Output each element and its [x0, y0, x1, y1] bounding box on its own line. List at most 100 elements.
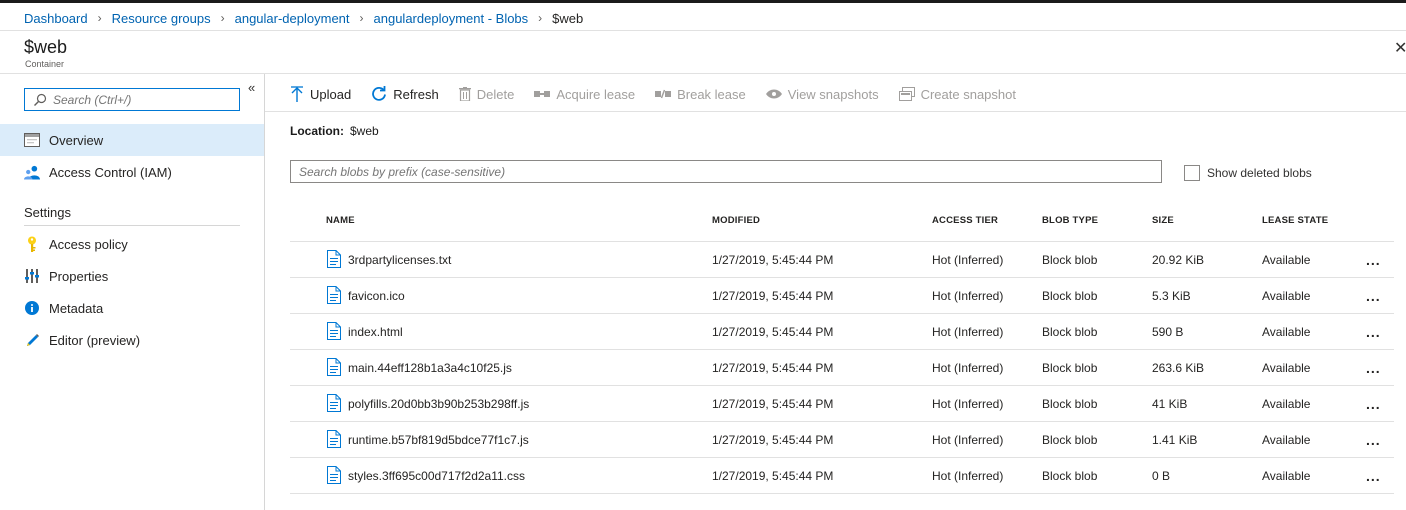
nav-item-editor[interactable]: Editor (preview) [0, 324, 264, 356]
blob-name[interactable]: 3rdpartylicenses.txt [348, 253, 451, 267]
nav-search-box[interactable] [24, 88, 240, 111]
column-header-name[interactable]: NAME [326, 215, 355, 226]
overview-icon [24, 132, 40, 148]
show-deleted-checkbox[interactable] [1184, 165, 1200, 181]
blob-modified: 1/27/2019, 5:45:44 PM [712, 325, 834, 339]
break-lease-icon [655, 89, 672, 99]
blob-name[interactable]: styles.3ff695c00d717f2d2a11.css [348, 469, 525, 483]
table-row[interactable]: main.44eff128b1a3a4c10f25.js 1/27/2019, … [290, 349, 1394, 385]
blob-lease-state: Available [1262, 325, 1311, 339]
blob-access-tier: Hot (Inferred) [932, 325, 1004, 339]
break-lease-button[interactable]: Break lease [655, 87, 746, 102]
column-header-modified[interactable]: MODIFIED [712, 215, 760, 226]
upload-button[interactable]: Upload [290, 85, 351, 103]
blob-name[interactable]: main.44eff128b1a3a4c10f25.js [348, 361, 512, 375]
blob-size: 41 KiB [1152, 397, 1188, 411]
blob-type: Block blob [1042, 289, 1098, 303]
blob-lease-state: Available [1262, 397, 1311, 411]
blob-lease-state: Available [1262, 253, 1311, 267]
more-options-icon[interactable]: ... [1366, 289, 1381, 303]
breadcrumb-angular-deployment[interactable]: angular-deployment [235, 11, 350, 26]
blob-lease-state: Available [1262, 433, 1311, 447]
nav-search-input[interactable] [53, 92, 233, 107]
nav-item-metadata[interactable]: Metadata [0, 292, 264, 324]
nav-item-properties[interactable]: Properties [0, 260, 264, 292]
breadcrumb-separator-icon: › [538, 11, 543, 25]
acquire-lease-icon [534, 89, 551, 99]
blob-search-input[interactable] [290, 160, 1162, 183]
table-row[interactable]: 3rdpartylicenses.txt 1/27/2019, 5:45:44 … [290, 241, 1394, 277]
table-row[interactable]: favicon.ico 1/27/2019, 5:45:44 PM Hot (I… [290, 277, 1394, 313]
header-divider [0, 30, 1406, 31]
page-title: $web [24, 37, 68, 57]
show-deleted-blobs-toggle[interactable]: Show deleted blobs [1184, 165, 1312, 181]
file-icon [327, 466, 341, 487]
create-snapshot-label: Create snapshot [920, 86, 1016, 102]
blob-type: Block blob [1042, 325, 1098, 339]
top-strip [0, 0, 1406, 3]
delete-button[interactable]: Delete [458, 87, 514, 102]
breadcrumb-blobs[interactable]: angulardeployment - Blobs [374, 11, 529, 26]
refresh-icon [371, 86, 387, 102]
show-deleted-label: Show deleted blobs [1207, 166, 1312, 180]
create-snapshot-button[interactable]: Create snapshot [898, 86, 1016, 102]
breadcrumb-dashboard[interactable]: Dashboard [24, 11, 88, 26]
blob-lease-state: Available [1262, 289, 1311, 303]
view-snapshots-button[interactable]: View snapshots [765, 87, 879, 102]
blob-access-tier: Hot (Inferred) [932, 433, 1004, 447]
more-options-icon[interactable]: ... [1366, 433, 1381, 447]
blob-name[interactable]: favicon.ico [348, 289, 405, 303]
trash-icon [458, 87, 471, 101]
column-header-access-tier[interactable]: ACCESS TIER [932, 215, 998, 226]
file-icon [327, 250, 341, 271]
column-header-blob-type[interactable]: BLOB TYPE [1042, 215, 1098, 226]
table-row[interactable]: runtime.b57bf819d5bdce77f1c7.js 1/27/201… [290, 421, 1394, 457]
blob-size: 590 B [1152, 325, 1184, 339]
properties-icon [24, 268, 40, 284]
blob-name[interactable]: runtime.b57bf819d5bdce77f1c7.js [348, 433, 529, 447]
nav-item-label: Metadata [49, 300, 104, 316]
blob-name[interactable]: polyfills.20d0bb3b90b253b298ff.js [348, 397, 529, 411]
blob-type: Block blob [1042, 253, 1098, 267]
column-header-size[interactable]: SIZE [1152, 215, 1174, 226]
breadcrumb-current: $web [552, 10, 584, 26]
blob-modified: 1/27/2019, 5:45:44 PM [712, 397, 834, 411]
nav-item-access-policy[interactable]: Access policy [0, 228, 264, 260]
location-info: Location: $web [290, 124, 379, 138]
blob-access-tier: Hot (Inferred) [932, 397, 1004, 411]
more-options-icon[interactable]: ... [1366, 253, 1381, 267]
nav-section-settings: Settings [24, 205, 71, 220]
break-lease-label: Break lease [677, 86, 746, 102]
blob-size: 5.3 KiB [1152, 289, 1191, 303]
refresh-label: Refresh [393, 86, 439, 102]
table-row[interactable]: styles.3ff695c00d717f2d2a11.css 1/27/201… [290, 457, 1394, 493]
pencil-icon [24, 332, 40, 348]
blob-modified: 1/27/2019, 5:45:44 PM [712, 361, 834, 375]
nav-item-label: Properties [49, 268, 109, 284]
more-options-icon[interactable]: ... [1366, 361, 1381, 375]
more-options-icon[interactable]: ... [1366, 325, 1381, 339]
blob-type: Block blob [1042, 397, 1098, 411]
blob-type: Block blob [1042, 361, 1098, 375]
blob-lease-state: Available [1262, 469, 1311, 483]
table-row[interactable]: index.html 1/27/2019, 5:45:44 PM Hot (In… [290, 313, 1394, 349]
more-options-icon[interactable]: ... [1366, 469, 1381, 483]
more-options-icon[interactable]: ... [1366, 397, 1381, 411]
nav-item-label: Overview [49, 132, 104, 148]
acquire-lease-button[interactable]: Acquire lease [534, 87, 635, 102]
blob-size: 263.6 KiB [1152, 361, 1205, 375]
blob-access-tier: Hot (Inferred) [932, 289, 1004, 303]
blob-size: 0 B [1152, 469, 1171, 483]
blob-name[interactable]: index.html [348, 325, 403, 339]
table-row[interactable]: polyfills.20d0bb3b90b253b298ff.js 1/27/2… [290, 385, 1394, 421]
collapse-menu-icon[interactable]: « [248, 80, 255, 95]
nav-item-overview[interactable]: Overview [0, 124, 264, 156]
blob-modified: 1/27/2019, 5:45:44 PM [712, 433, 834, 447]
nav-item-access-control[interactable]: Access Control (IAM) [0, 156, 264, 188]
column-header-lease-state[interactable]: LEASE STATE [1262, 215, 1328, 226]
breadcrumb-separator-icon: › [220, 11, 225, 25]
blob-type: Block blob [1042, 469, 1098, 483]
refresh-button[interactable]: Refresh [371, 86, 439, 102]
close-icon[interactable]: ✕ [1394, 38, 1406, 58]
breadcrumb-resource-groups[interactable]: Resource groups [112, 11, 211, 26]
